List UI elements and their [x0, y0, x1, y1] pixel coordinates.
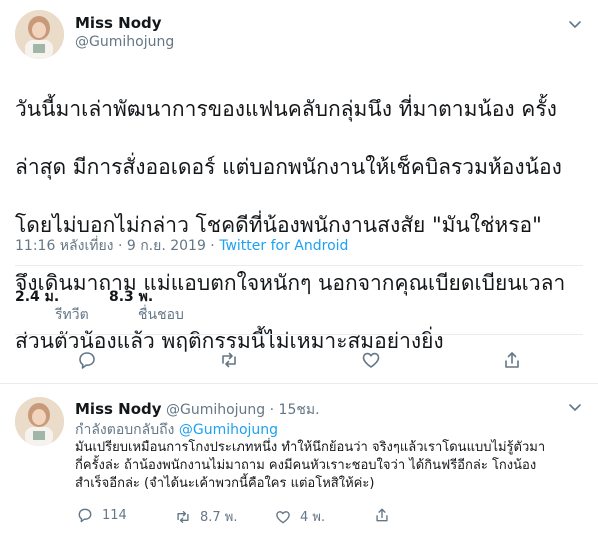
like-icon	[276, 510, 290, 523]
tweet-text-line: ล่าสุด มีการสั่งออเดอร์ แต่บอกพนักงานให้…	[15, 155, 562, 179]
retweet-stat[interactable]: 2.4 ม.	[15, 286, 59, 308]
like-action[interactable]: 4 พ.	[274, 506, 325, 527]
author-handle[interactable]: @Gumihojung · 15ชม.	[166, 402, 320, 418]
share-action[interactable]	[373, 506, 399, 524]
like-count: 4 พ.	[300, 510, 326, 525]
timestamp[interactable]: 11:16 หลังเที่ยง · 9 ก.ย. 2019 ·	[15, 238, 219, 254]
replying-to-label: กำลังตอบกลับถึง	[75, 422, 179, 438]
reply-icon	[78, 508, 92, 523]
replying-to: กำลังตอบกลับถึง @Gumihojung	[75, 419, 278, 441]
retweet-count: 2.4 ม.	[15, 289, 60, 305]
reply-text-line: สำเร็จอีกล่ะ (จำได้นะเค้าพวกนี้คือใคร แต…	[75, 476, 375, 491]
retweet-action[interactable]: 8.7 พ.	[174, 506, 238, 527]
author-name[interactable]: Miss Nody	[75, 400, 162, 418]
author-handle[interactable]: @Gumihojung	[75, 34, 174, 50]
author-name[interactable]: Miss Nody	[75, 14, 162, 32]
avatar[interactable]	[15, 10, 64, 59]
reply-text: มันเปรียบเหมือนการโกงประเภทหนึ่ง ทำให้นึ…	[75, 439, 585, 493]
chevron-down-icon[interactable]	[566, 15, 584, 33]
like-icon[interactable]	[360, 349, 382, 371]
retweet-icon	[177, 510, 189, 523]
retweet-count: 8.7 พ.	[200, 510, 238, 525]
divider	[15, 334, 583, 335]
tweet-metadata: 11:16 หลังเที่ยง · 9 ก.ย. 2019 · Twitter…	[15, 235, 348, 257]
mention-link[interactable]: @Gumihojung	[179, 422, 278, 438]
divider	[15, 265, 583, 266]
share-icon[interactable]	[501, 349, 523, 371]
chevron-down-icon[interactable]	[566, 398, 584, 416]
main-tweet: Miss Nody @Gumihojung วันนี้มาเล่าพัฒนาก…	[0, 0, 598, 384]
reply-text-line: มันเปรียบเหมือนการโกงประเภทหนึ่ง ทำให้นึ…	[75, 440, 546, 455]
avatar[interactable]	[15, 397, 64, 446]
retweet-stat-label[interactable]: รีทวีต	[55, 304, 89, 326]
share-icon	[376, 508, 388, 522]
reply-header: Miss Nody @Gumihojung · 15ชม.	[75, 399, 320, 421]
source-link[interactable]: Twitter for Android	[219, 238, 348, 254]
reply-action[interactable]: 114	[76, 506, 127, 524]
reply-icon[interactable]	[76, 349, 98, 371]
like-count: 8.3 พ.	[109, 289, 154, 305]
like-stat-label[interactable]: ชื่นชอบ	[138, 304, 184, 326]
tweet-text: วันนี้มาเล่าพัฒนาการของแฟนคลับกลุ่มนึง ท…	[15, 66, 587, 385]
reply-count: 114	[102, 507, 127, 523]
reply-text-line: กี่ครั้งล่ะ ถ้าน้องพนักงานไม่มาถาม คงมีค…	[75, 458, 537, 473]
tweet-text-line: จึงเดินมาถาม แม่แอบตกใจหนักๆ นอกจากคุณเบ…	[15, 271, 566, 295]
tweet-text-line: วันนี้มาเล่าพัฒนาการของแฟนคลับกลุ่มนึง ท…	[15, 97, 557, 121]
retweet-icon[interactable]	[218, 349, 240, 371]
divider	[0, 383, 598, 384]
